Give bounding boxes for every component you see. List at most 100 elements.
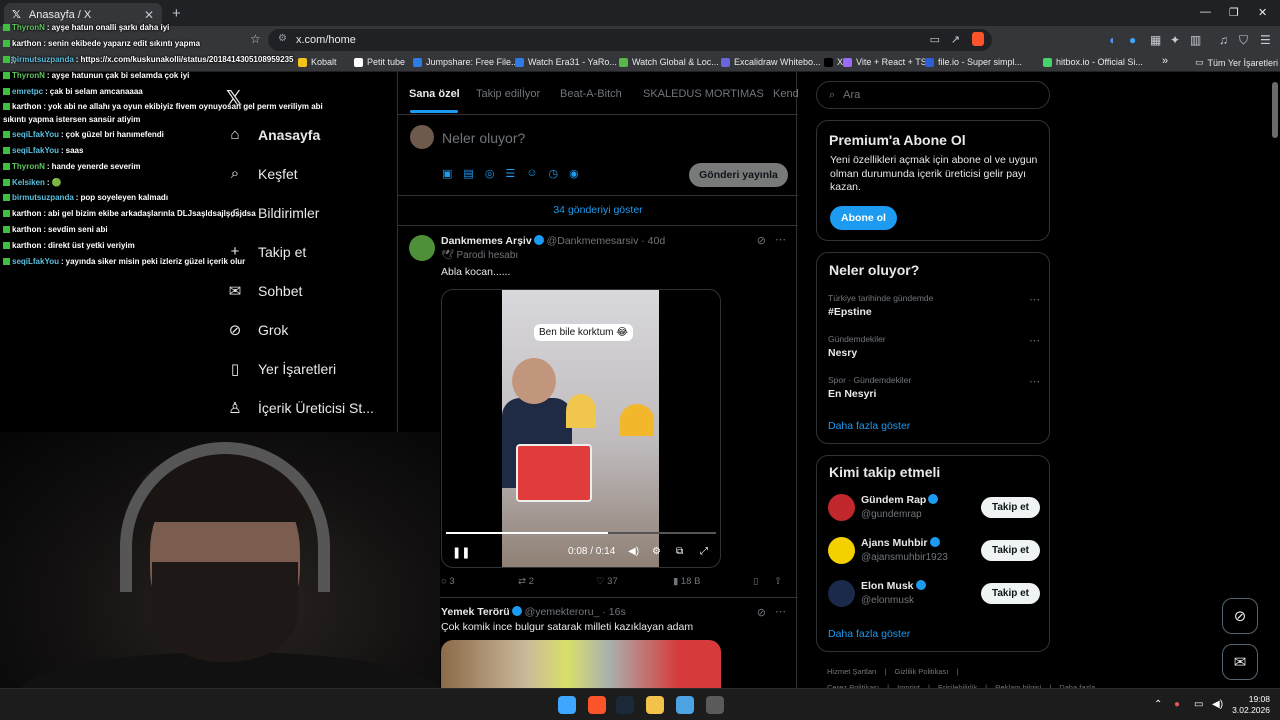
follow-button[interactable]: Takip et bbox=[981, 540, 1040, 561]
minimize-button[interactable]: — bbox=[1200, 6, 1211, 18]
audio-icon[interactable]: ◖ bbox=[1108, 33, 1115, 47]
bookmark-item[interactable]: Watch Era31 - YaRo... bbox=[515, 57, 617, 67]
chat-username[interactable]: seqiLfakYou bbox=[12, 146, 59, 155]
steam-icon[interactable] bbox=[616, 696, 634, 714]
chat-username[interactable]: birmutsuzpanda bbox=[12, 193, 74, 202]
store-icon[interactable] bbox=[676, 696, 694, 714]
windows-start-icon[interactable] bbox=[558, 696, 576, 714]
tab-skaledus[interactable]: SKALEDUS MORTIMAS bbox=[643, 88, 764, 100]
grok-explain-icon[interactable]: ⊘ bbox=[757, 234, 766, 247]
video-progress-bar[interactable] bbox=[446, 532, 716, 534]
avatar[interactable] bbox=[828, 580, 855, 607]
grok-float-button[interactable]: ⊘ bbox=[1222, 598, 1258, 634]
more-options-icon[interactable]: ⋯ bbox=[1029, 334, 1040, 347]
network-icon[interactable]: ▭ bbox=[1194, 699, 1203, 710]
more-options-icon[interactable]: ⋯ bbox=[1029, 293, 1040, 306]
views-stat[interactable]: ▮ 18 B bbox=[673, 576, 700, 587]
bookmark-item[interactable]: Excalidraw Whitebo... bbox=[721, 57, 821, 67]
nav-item-mail[interactable]: ✉ Sohbet bbox=[226, 282, 303, 300]
tweet-video[interactable]: Ben bile korktum 😂 ❚❚ 0:08 / 0:14 ◀) ⚙ ⧉… bbox=[441, 289, 721, 568]
chat-username[interactable]: Kelsiken bbox=[12, 178, 45, 187]
page-scrollbar[interactable] bbox=[1272, 82, 1278, 138]
menu-icon[interactable]: ☰ bbox=[1260, 33, 1271, 47]
schedule-icon[interactable]: ◷ bbox=[549, 167, 559, 180]
trend-item[interactable]: Gündemdekiler Nesry ⋯ bbox=[828, 334, 1040, 359]
bookmarks-overflow-icon[interactable]: » bbox=[1162, 55, 1168, 67]
tweet-author[interactable]: Yemek Terörü @yemekteroru_ · 16s bbox=[441, 606, 626, 618]
avatar[interactable] bbox=[409, 235, 435, 261]
tweet-author[interactable]: Dankmemes Arşiv @Dankmemesarsiv · 40d bbox=[441, 235, 665, 247]
system-clock[interactable]: 19:08 3.02.2026 bbox=[1232, 694, 1270, 716]
brave-icon[interactable] bbox=[588, 696, 606, 714]
chat-username[interactable]: karthon bbox=[12, 102, 41, 111]
show-more-follow-link[interactable]: Daha fazla göster bbox=[828, 628, 910, 640]
chat-username[interactable]: ThyronN bbox=[12, 162, 45, 171]
bookmark-item[interactable]: X bbox=[824, 57, 843, 67]
poll-icon[interactable]: ☰ bbox=[505, 167, 515, 180]
bookmark-item[interactable]: Jumpshare: Free File... bbox=[413, 57, 519, 67]
more-options-icon[interactable]: ⋯ bbox=[775, 233, 786, 246]
location-icon[interactable]: ◉ bbox=[569, 167, 579, 180]
post-button[interactable]: Gönderi yayınla bbox=[689, 163, 788, 187]
chat-username[interactable]: seqiLfakYou bbox=[12, 130, 59, 139]
avatar[interactable] bbox=[410, 125, 434, 149]
chat-username[interactable]: birmutsuzpanda bbox=[12, 55, 74, 64]
show-more-trends-link[interactable]: Daha fazla göster bbox=[828, 420, 910, 432]
share-icon[interactable]: ⇧ bbox=[774, 576, 782, 587]
bookmark-item[interactable]: Vite + React + TS bbox=[843, 57, 927, 67]
settings-icon[interactable]: ⚙ bbox=[652, 546, 661, 557]
repost-button[interactable]: ⇄ 2 bbox=[518, 576, 534, 587]
obs-icon[interactable] bbox=[706, 696, 724, 714]
share-icon[interactable]: ↗ bbox=[951, 33, 960, 46]
folder-icon[interactable] bbox=[646, 696, 664, 714]
image-icon[interactable]: ▣ bbox=[442, 167, 452, 180]
microphone-icon[interactable]: ● bbox=[1174, 699, 1180, 710]
tab-kend[interactable]: Kend bbox=[773, 88, 799, 100]
window-close-button[interactable]: ✕ bbox=[1258, 6, 1267, 19]
avatar[interactable] bbox=[828, 537, 855, 564]
messages-float-button[interactable]: ✉ bbox=[1222, 644, 1258, 680]
chat-username[interactable]: ThyronN bbox=[12, 71, 45, 80]
vpn-icon[interactable]: ● bbox=[1129, 33, 1136, 47]
trend-item[interactable]: Türkiye tarihinde gündemde #Epstine ⋯ bbox=[828, 293, 1040, 318]
bookmark-item[interactable]: Watch Global & Loc... bbox=[619, 57, 719, 67]
brave-shield-icon[interactable] bbox=[972, 32, 984, 46]
chat-username[interactable]: seqiLfakYou bbox=[12, 257, 59, 266]
tab-beat-a-bitch[interactable]: Beat-A-Bitch bbox=[560, 88, 622, 100]
follow-name[interactable]: Ajans Muhbir bbox=[861, 537, 940, 549]
reply-button[interactable]: ○ 3 bbox=[441, 576, 455, 587]
pause-icon[interactable]: ❚❚ bbox=[452, 546, 470, 559]
follow-suggestion[interactable]: Elon Musk @elonmusk Takip et bbox=[828, 580, 1040, 610]
chat-username[interactable]: karthon bbox=[12, 241, 41, 250]
shield-icon[interactable]: ⛉ bbox=[1239, 33, 1248, 48]
follow-suggestion[interactable]: Ajans Muhbir @ajansmuhbir1923 Takip et bbox=[828, 537, 1040, 567]
tweet-image[interactable] bbox=[441, 640, 721, 688]
chat-username[interactable]: karthon bbox=[12, 225, 41, 234]
tray-overflow-icon[interactable]: ⌃ bbox=[1154, 699, 1162, 710]
emoji-icon[interactable]: ☺ bbox=[526, 167, 537, 180]
gif-icon[interactable]: ▤ bbox=[463, 167, 473, 180]
puzzle-icon[interactable]: ✦ bbox=[1170, 33, 1180, 47]
volume-icon[interactable]: ◀) bbox=[628, 546, 639, 557]
compose-input[interactable]: Neler oluyor? bbox=[442, 130, 525, 146]
nav-item-bookmark[interactable]: ▯ Yer İşaretleri bbox=[226, 360, 336, 378]
subscribe-button[interactable]: Abone ol bbox=[830, 206, 897, 230]
chat-username[interactable]: karthon bbox=[12, 209, 41, 218]
trend-item[interactable]: Spor · Gündemdekiler En Nesyri ⋯ bbox=[828, 375, 1040, 400]
bookmark-item[interactable]: file.io - Super simpl... bbox=[925, 57, 1022, 67]
tab-for-you[interactable]: Sana özel bbox=[409, 88, 460, 100]
chat-username[interactable]: emretpc bbox=[12, 87, 43, 96]
more-options-icon[interactable]: ⋯ bbox=[775, 605, 786, 618]
pip-icon[interactable]: ⧉ bbox=[676, 546, 683, 557]
sidebar-icon[interactable]: ▥ bbox=[1190, 33, 1201, 47]
avatar[interactable] bbox=[828, 494, 855, 521]
chat-username[interactable]: karthon bbox=[12, 39, 41, 48]
nav-item-grok[interactable]: ⊘ Grok bbox=[226, 321, 289, 339]
grok-explain-icon[interactable]: ⊘ bbox=[757, 606, 766, 619]
bookmark-item[interactable]: hitbox.io - Official Si... bbox=[1043, 57, 1143, 67]
tab-following[interactable]: Takip edilİyor bbox=[476, 88, 540, 100]
follow-name[interactable]: Gündem Rap bbox=[861, 494, 939, 506]
extension-icon[interactable]: ▦ bbox=[1150, 33, 1161, 47]
follow-button[interactable]: Takip et bbox=[981, 583, 1040, 604]
more-options-icon[interactable]: ⋯ bbox=[1029, 375, 1040, 388]
